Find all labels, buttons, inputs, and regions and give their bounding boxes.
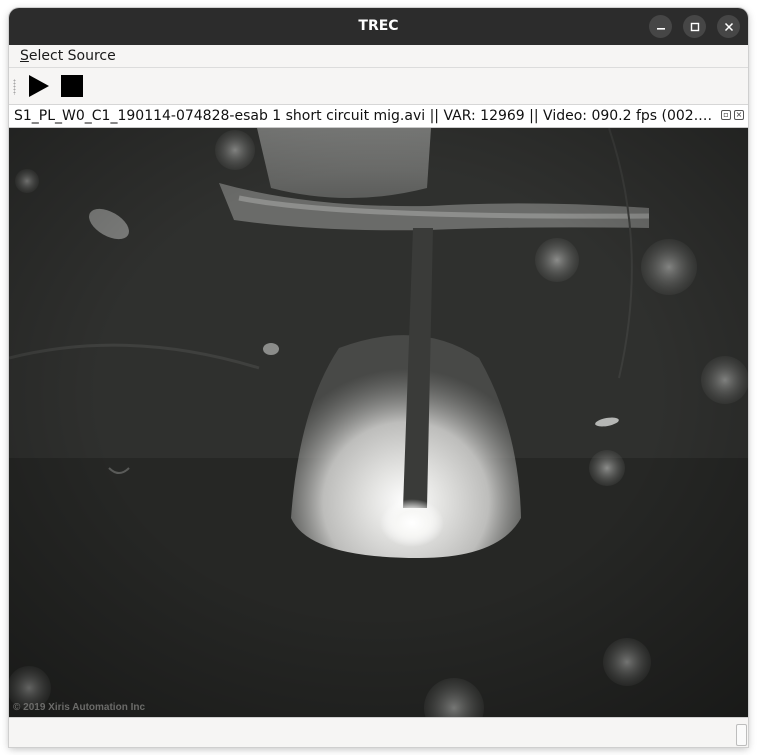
menu-bar: Select Source (9, 45, 748, 68)
stop-icon (61, 75, 83, 97)
menu-select-source-rest: elect Source (28, 48, 116, 64)
float-icon[interactable]: ▫ (721, 110, 731, 120)
close-panel-icon[interactable]: × (734, 110, 744, 120)
toolbar-grip-handle[interactable] (13, 79, 16, 95)
video-info-bar: S1_PL_W0_C1_190114-074828-esab 1 short c… (9, 105, 748, 128)
video-watermark: © 2019 Xiris Automation Inc (13, 702, 146, 713)
close-icon (724, 22, 733, 31)
minimize-icon (656, 27, 665, 30)
weld-camera-image (9, 128, 748, 717)
status-bar (9, 717, 748, 747)
maximize-icon (690, 22, 699, 31)
maximize-button[interactable] (683, 15, 706, 38)
app-window: TREC Select Source S1_PL_W0_C1_190114-07… (9, 8, 748, 747)
menu-mnemonic: S (20, 48, 29, 64)
video-info-text: S1_PL_W0_C1_190114-074828-esab 1 short c… (14, 108, 718, 124)
window-title: TREC (358, 18, 399, 34)
resize-grip[interactable] (736, 724, 747, 746)
play-button[interactable] (27, 74, 51, 98)
close-button[interactable] (717, 15, 740, 38)
toolbar (9, 68, 748, 105)
stop-button[interactable] (60, 74, 84, 98)
menu-select-source[interactable]: Select Source (20, 47, 116, 65)
title-bar[interactable]: TREC (9, 8, 748, 45)
minimize-button[interactable] (649, 15, 672, 38)
video-frame[interactable]: © 2019 Xiris Automation Inc (9, 128, 748, 717)
play-icon (29, 75, 49, 97)
